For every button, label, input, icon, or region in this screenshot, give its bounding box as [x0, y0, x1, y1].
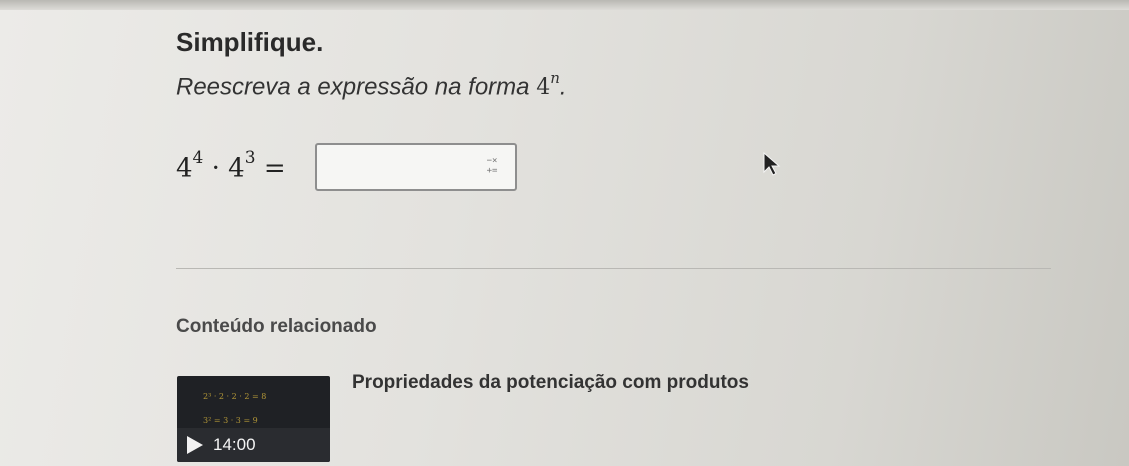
play-icon[interactable] [187, 436, 203, 454]
equation: 44 · 43 = [176, 143, 286, 193]
answer-input[interactable]: −× += [315, 143, 517, 191]
instruction-end: . [559, 73, 567, 101]
exercise-title: Simplifique. [176, 27, 324, 57]
related-content-heading: Conteúdo relacionado [176, 316, 377, 337]
thumbnail-math-line: 2³ · 2 · 2 · 2 = 8 [203, 392, 267, 401]
video-bar: 14:00 [177, 428, 330, 462]
mouse-pointer-icon [763, 152, 781, 176]
exercise-instruction: Reescreva a expressão na forma 4n. [176, 69, 567, 101]
math-keyboard-icon[interactable]: −× += [483, 156, 501, 178]
instruction-text: Reescreva a expressão na forma [176, 73, 537, 101]
video-duration: 14:00 [213, 435, 256, 454]
related-video-link[interactable]: Propriedades da potenciação com produtos [352, 372, 749, 394]
top-border [0, 0, 1129, 10]
expression: 44 · 43 = [176, 148, 286, 184]
video-thumbnail[interactable]: 2³ · 2 · 2 · 2 = 8 3² = 3 · 3 = 9 14:00 [177, 376, 330, 462]
section-divider [176, 268, 1051, 269]
thumbnail-math-line: 3² = 3 · 3 = 9 [203, 416, 258, 425]
instruction-math: 4n [536, 69, 560, 101]
